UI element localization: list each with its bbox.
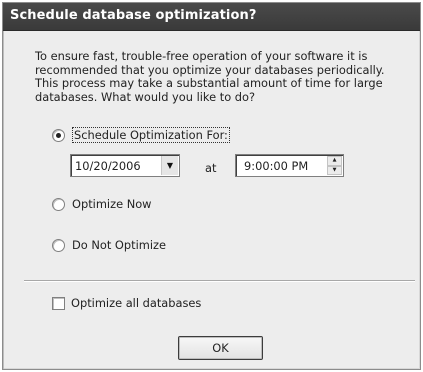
schedule-optimization-option[interactable]: Schedule Optimization For: — [52, 127, 230, 143]
dialog-description: To ensure fast, trouble-free operation o… — [35, 49, 385, 104]
date-picker[interactable]: 10/20/2006 ▼ — [70, 154, 180, 177]
do-not-optimize-label: Do Not Optimize — [72, 238, 167, 252]
dialog-titlebar[interactable]: Schedule database optimization? — [3, 3, 420, 31]
separator — [24, 280, 415, 282]
schedule-optimization-radio[interactable] — [52, 128, 65, 142]
at-label: at — [205, 161, 217, 175]
do-not-optimize-radio[interactable] — [52, 238, 65, 252]
chevron-down-icon[interactable]: ▼ — [161, 156, 178, 175]
spin-up-icon[interactable]: ▲ — [327, 156, 342, 166]
time-spinner: ▲ ▼ — [327, 156, 342, 175]
optimize-all-databases-option[interactable]: Optimize all databases — [52, 296, 201, 310]
date-value: 10/20/2006 — [75, 159, 141, 173]
dialog-title: Schedule database optimization? — [10, 8, 257, 23]
optimize-now-radio[interactable] — [52, 197, 65, 211]
optimize-now-label: Optimize Now — [72, 197, 152, 211]
spin-down-icon[interactable]: ▼ — [327, 165, 342, 175]
time-value: 9:00:00 PM — [244, 159, 309, 173]
optimize-now-option[interactable]: Optimize Now — [52, 197, 152, 211]
do-not-optimize-option[interactable]: Do Not Optimize — [52, 238, 166, 252]
schedule-optimization-label: Schedule Optimization For: — [72, 127, 230, 143]
optimize-all-databases-label: Optimize all databases — [71, 296, 202, 310]
time-picker[interactable]: 9:00:00 PM ▲ ▼ — [235, 154, 344, 177]
ok-button[interactable]: OK — [178, 336, 263, 360]
schedule-optimization-dialog: Schedule database optimization? To ensur… — [2, 2, 421, 370]
optimize-all-databases-checkbox[interactable] — [52, 296, 65, 310]
